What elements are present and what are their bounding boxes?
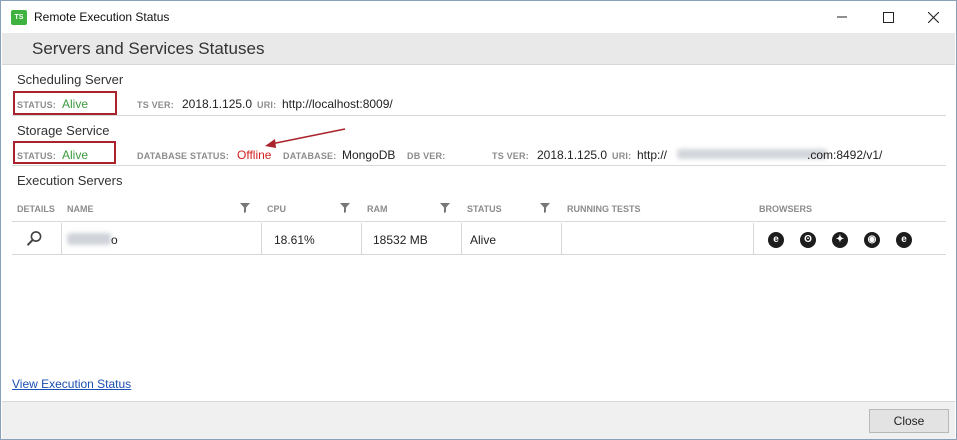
scheduling-ts-ver-label: TS VER: (137, 100, 174, 110)
title-bar[interactable]: TS Remote Execution Status (1, 1, 956, 33)
footer: Close (2, 401, 955, 439)
minimize-button[interactable] (819, 1, 865, 33)
divider (12, 165, 946, 166)
storage-uri-suffix: .com:8492/v1/ (807, 148, 883, 162)
scheduling-ts-ver-value: 2018.1.125.0 (182, 97, 253, 111)
storage-service-title: Storage Service (17, 123, 110, 138)
chrome-icon: ◉ (864, 232, 880, 248)
db-ver-label: DB VER: (407, 151, 446, 161)
window-title: Remote Execution Status (34, 10, 170, 24)
remote-execution-status-window: TS Remote Execution Status Servers and S… (0, 0, 957, 440)
scheduling-uri-label: URI: (257, 100, 277, 110)
column-separator (261, 223, 262, 254)
filter-icon[interactable] (440, 203, 450, 213)
view-execution-status-link[interactable]: View Execution Status (12, 377, 131, 391)
minimize-icon (837, 16, 847, 18)
scheduling-uri-value: http://localhost:8009/ (282, 97, 393, 111)
storage-status-highlight (13, 141, 116, 164)
storage-ts-ver-value: 2018.1.125.0 (537, 148, 608, 162)
database-value: MongoDB (342, 148, 396, 162)
details-magnifier-icon[interactable] (26, 230, 43, 247)
edge-icon: e (896, 232, 912, 248)
internet-explorer-icon: e (768, 232, 784, 248)
column-separator (561, 223, 562, 254)
header-band: Servers and Services Statuses (2, 33, 955, 65)
column-separator (61, 223, 62, 254)
scheduling-server-title: Scheduling Server (17, 72, 124, 87)
filter-icon[interactable] (240, 203, 250, 213)
status-value: Alive (470, 233, 497, 247)
annotation-arrow-icon (265, 128, 346, 148)
page-title: Servers and Services Statuses (32, 39, 265, 58)
storage-uri-prefix: http:// (637, 148, 668, 162)
execution-servers-title: Execution Servers (17, 173, 123, 188)
column-header-status[interactable]: STATUS (467, 204, 502, 214)
database-status-label: DATABASE STATUS: (137, 151, 230, 161)
column-header-ram[interactable]: RAM (367, 204, 388, 214)
close-window-button[interactable] (910, 1, 956, 33)
database-status-value: Offline (237, 148, 272, 162)
database-label: DATABASE: (283, 151, 337, 161)
column-header-details: DETAILS (17, 204, 55, 214)
column-header-browsers: BROWSERS (759, 204, 813, 214)
column-separator (361, 223, 362, 254)
column-separator (461, 223, 462, 254)
divider (12, 115, 946, 116)
filter-icon[interactable] (540, 203, 550, 213)
maximize-button[interactable] (865, 1, 911, 33)
scheduling-status-highlight (13, 91, 117, 115)
server-name-suffix: o (111, 233, 118, 247)
close-button[interactable]: Close (869, 409, 949, 433)
firefox-icon: ʘ (800, 232, 816, 248)
app-icon: TS (11, 10, 27, 25)
filter-icon[interactable] (340, 203, 350, 213)
close-icon (927, 11, 939, 23)
maximize-icon (882, 11, 894, 23)
safari-icon: ✦ (832, 232, 848, 248)
storage-ts-ver-label: TS VER: (492, 151, 529, 161)
redacted-server-name (67, 233, 111, 245)
cpu-value: 18.61% (274, 233, 315, 247)
column-header-cpu[interactable]: CPU (267, 204, 286, 214)
column-header-name[interactable]: NAME (67, 204, 94, 214)
redacted-host (677, 149, 827, 159)
column-separator (753, 223, 754, 254)
ram-value: 18532 MB (373, 233, 428, 247)
storage-uri-label: URI: (612, 151, 632, 161)
column-header-running-tests[interactable]: RUNNING TESTS (567, 204, 641, 214)
